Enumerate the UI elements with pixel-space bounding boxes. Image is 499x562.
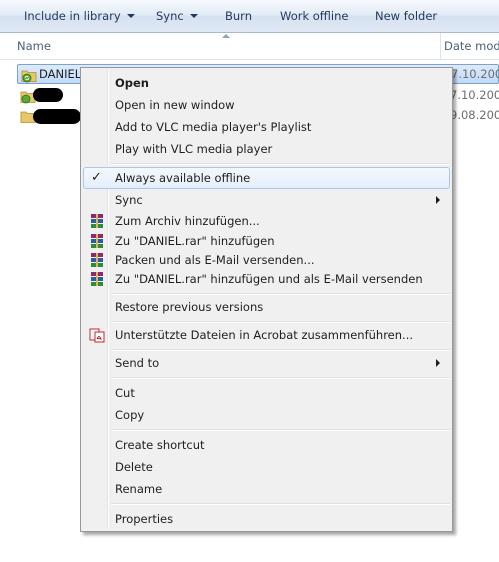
file-date: 7.10.2009 (451, 67, 499, 81)
menu-item-open-new-window[interactable]: Open in new window (83, 94, 450, 116)
menu-item-cut[interactable]: Cut (83, 382, 450, 404)
menu-separator (111, 293, 450, 295)
context-menu: Open Open in new window Add to VLC media… (80, 67, 453, 532)
menu-item-create-shortcut[interactable]: Create shortcut (83, 434, 450, 456)
menu-item-play-vlc[interactable]: Play with VLC media player (83, 138, 450, 160)
sort-ascending-icon (222, 34, 230, 38)
menu-separator (111, 321, 450, 323)
menu-item-add-vlc-playlist[interactable]: Add to VLC media player's Playlist (83, 116, 450, 138)
burn-button[interactable]: Burn (225, 0, 252, 33)
new-folder-button[interactable]: New folder (375, 0, 437, 33)
file-date: 7.10.2009 (450, 88, 499, 102)
menu-separator (111, 429, 450, 431)
menu-item-always-available-offline[interactable]: ✓ Always available offline (83, 167, 450, 189)
column-divider[interactable] (440, 33, 441, 59)
redacted-name (33, 109, 81, 124)
menu-item-restore-previous-versions[interactable]: Restore previous versions (83, 296, 450, 318)
sync-folder-icon (21, 70, 37, 83)
menu-item-rename[interactable]: Rename (83, 478, 450, 500)
submenu-arrow-icon (436, 196, 440, 204)
menu-separator (111, 377, 450, 379)
menu-item-add-to-archive[interactable]: Zum Archiv hinzufügen... (83, 210, 450, 232)
winrar-icon (91, 234, 103, 248)
column-date-modified[interactable]: Date modi (444, 39, 499, 53)
menu-separator (111, 163, 450, 165)
menu-item-add-rar-email[interactable]: Zu "DANIEL.rar" hinzufügen und als E-Mai… (83, 268, 450, 290)
acrobat-icon (89, 328, 105, 343)
menu-item-delete[interactable]: Delete (83, 456, 450, 478)
menu-separator (111, 503, 450, 505)
sync-button[interactable]: Sync (156, 0, 198, 33)
column-name[interactable]: Name (17, 39, 51, 53)
chevron-down-icon (126, 13, 135, 18)
menu-item-acrobat-merge[interactable]: Unterstützte Dateien in Acrobat zusammen… (83, 324, 450, 346)
winrar-icon (91, 272, 103, 286)
column-header: Name Date modi (0, 33, 499, 60)
winrar-icon (91, 253, 103, 267)
redacted-name (33, 88, 63, 102)
winrar-icon (91, 214, 103, 228)
menu-item-send-to[interactable]: Send to (83, 352, 450, 374)
file-name: DANIEL (39, 67, 82, 81)
include-in-library-button[interactable]: Include in library (24, 0, 135, 33)
chevron-down-icon (189, 13, 198, 18)
command-bar: Include in library Sync Burn Work offlin… (0, 0, 499, 33)
submenu-arrow-icon (436, 359, 440, 367)
menu-separator (111, 349, 450, 351)
sync-label: Sync (156, 9, 184, 23)
checkmark-icon: ✓ (91, 170, 102, 185)
include-in-library-label: Include in library (24, 9, 121, 23)
menu-item-properties[interactable]: Properties (83, 508, 450, 530)
menu-item-copy[interactable]: Copy (83, 404, 450, 426)
menu-item-sync[interactable]: Sync (83, 189, 450, 211)
work-offline-button[interactable]: Work offline (280, 0, 349, 33)
menu-item-open[interactable]: Open (83, 72, 450, 94)
file-date: 9.08.2009 (450, 108, 499, 122)
